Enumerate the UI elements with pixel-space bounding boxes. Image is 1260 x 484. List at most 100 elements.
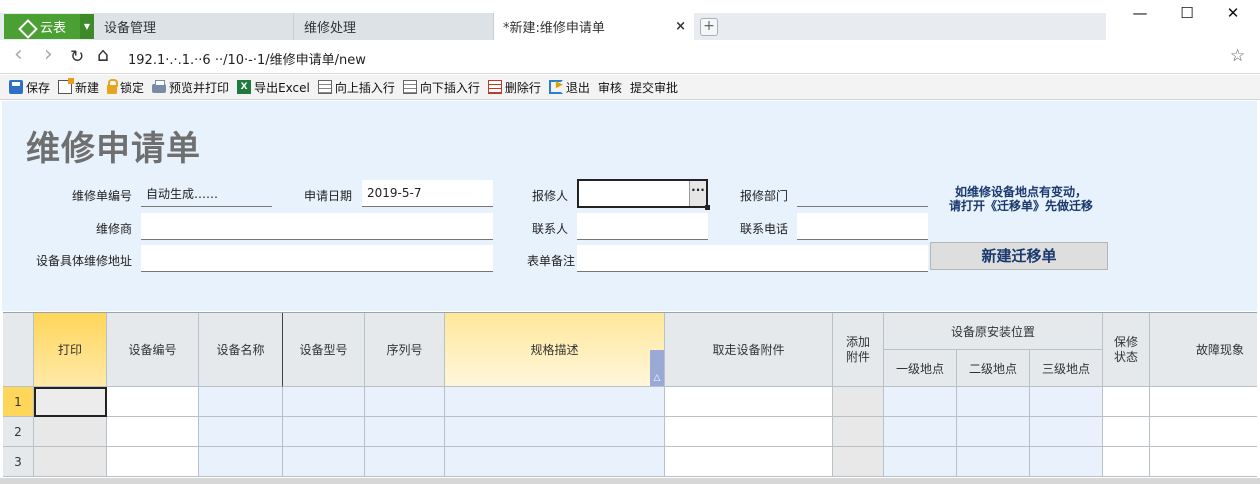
grid-cell[interactable]: [199, 447, 283, 477]
contact-field[interactable]: [577, 213, 708, 240]
grid-corner[interactable]: [3, 313, 34, 387]
row-header-2[interactable]: 2: [3, 417, 34, 447]
new-button[interactable]: 新建: [58, 78, 99, 96]
grid-cell[interactable]: [445, 387, 665, 417]
grid-cell[interactable]: [365, 417, 445, 447]
grid-cell[interactable]: [283, 447, 365, 477]
grid-cell[interactable]: [107, 447, 199, 477]
new-migration-button[interactable]: 新建迁移单: [930, 242, 1108, 270]
lock-button[interactable]: 锁定: [107, 79, 144, 96]
form-toolbar: 保存 新建 锁定 预览并打印 X 导出Excel 向上插入行 向下插入行 删除行 …: [0, 75, 1260, 100]
preview-print-button[interactable]: 预览并打印: [152, 79, 229, 96]
address-label: 设备具体维修地址: [35, 254, 132, 268]
tab-repair-processing[interactable]: 维修处理: [294, 13, 494, 40]
remark-label: 表单备注: [526, 254, 575, 268]
save-button[interactable]: 保存: [9, 79, 50, 96]
col-header-fault[interactable]: 故障现象: [1150, 313, 1257, 387]
grid-cell[interactable]: [445, 447, 665, 477]
col-header-device-no[interactable]: 设备编号: [107, 313, 199, 387]
reload-icon[interactable]: ↻: [70, 47, 84, 67]
grid-cell[interactable]: [1150, 417, 1257, 447]
submit-approval-button[interactable]: 提交审批: [630, 79, 678, 96]
report-dept-field[interactable]: [797, 180, 928, 207]
url-input[interactable]: 192.1·.·.1.··6 ··/10·-·1/维修申请单/new: [128, 49, 366, 68]
grid-cell[interactable]: [283, 417, 365, 447]
grid-cell[interactable]: [1103, 417, 1150, 447]
delete-row-button[interactable]: 删除行: [487, 79, 541, 96]
col-header-location-3[interactable]: 三级地点: [1030, 350, 1103, 387]
col-header-serial-no[interactable]: 序列号: [365, 313, 445, 387]
col-header-add-attachment[interactable]: 添加附件: [833, 313, 884, 387]
grid-cell[interactable]: [365, 447, 445, 477]
grid-cell[interactable]: [884, 417, 957, 447]
grid-cell[interactable]: [1150, 387, 1257, 417]
col-header-spec[interactable]: 规格描述 △: [445, 313, 665, 387]
col-header-warranty[interactable]: 保修状态: [1103, 313, 1150, 387]
apply-date-field[interactable]: 2019-5-7: [362, 180, 493, 207]
grid-cell[interactable]: [1030, 387, 1103, 417]
col-header-accessories[interactable]: 取走设备附件: [665, 313, 833, 387]
col-header-print[interactable]: 打印: [34, 313, 107, 387]
close-tab-icon[interactable]: ×: [675, 19, 686, 34]
reporter-field[interactable]: ···: [577, 179, 710, 210]
row-header-3[interactable]: 3: [3, 447, 34, 477]
minimize-button[interactable]: —: [1117, 4, 1163, 24]
address-field[interactable]: [141, 245, 493, 272]
tab-new-repair-request[interactable]: *新建:维修申请单 ×: [494, 13, 694, 40]
grid-cell[interactable]: [665, 387, 833, 417]
grid-cell[interactable]: [1103, 447, 1150, 477]
vendor-field[interactable]: [141, 213, 493, 240]
export-excel-button[interactable]: X 导出Excel: [237, 79, 310, 96]
maximize-button[interactable]: ☐: [1164, 4, 1210, 24]
grid-cell[interactable]: [1030, 417, 1103, 447]
reporter-picker-button[interactable]: ···: [689, 181, 706, 206]
grid-cell[interactable]: [884, 447, 957, 477]
sort-indicator-icon[interactable]: △: [650, 350, 664, 386]
grid-cell[interactable]: [957, 417, 1030, 447]
grid-cell[interactable]: [34, 387, 107, 417]
grid-cell[interactable]: [957, 447, 1030, 477]
grid-cell[interactable]: [833, 447, 884, 477]
grid-cell[interactable]: [665, 447, 833, 477]
forward-icon[interactable]: ›: [44, 42, 53, 67]
grid-cell[interactable]: [1030, 447, 1103, 477]
grid-cell[interactable]: [665, 417, 833, 447]
grid-cell[interactable]: [107, 417, 199, 447]
grid-cell[interactable]: [957, 387, 1030, 417]
row-header-1[interactable]: 1: [3, 387, 34, 417]
new-tab-button[interactable]: +: [700, 18, 718, 36]
exit-button[interactable]: 退出: [548, 79, 590, 96]
grid-cell[interactable]: [199, 387, 283, 417]
grid-cell[interactable]: [34, 417, 107, 447]
review-button[interactable]: 审核: [598, 79, 622, 96]
grid-cell[interactable]: [833, 417, 884, 447]
grid-cell[interactable]: [1150, 447, 1257, 477]
col-header-location-1[interactable]: 一级地点: [884, 350, 957, 387]
grid-cell[interactable]: [833, 387, 884, 417]
col-header-device-model[interactable]: 设备型号: [283, 313, 365, 387]
grid-cell[interactable]: [199, 417, 283, 447]
app-menu-button[interactable]: 云表 ▼: [4, 14, 94, 39]
remark-field[interactable]: [577, 245, 928, 272]
grid-cell[interactable]: [34, 447, 107, 477]
star-icon[interactable]: ☆: [1230, 46, 1245, 66]
tab-device-management[interactable]: 设备管理: [94, 13, 294, 40]
grid-cell[interactable]: [365, 387, 445, 417]
window-bottom-edge: [0, 478, 1260, 484]
grid-cell[interactable]: [445, 417, 665, 447]
col-header-location-group[interactable]: 设备原安装位置: [884, 313, 1103, 350]
grid-cell[interactable]: [107, 387, 199, 417]
grid-cell[interactable]: [283, 387, 365, 417]
back-icon[interactable]: ‹: [14, 42, 23, 67]
insert-above-button[interactable]: 向上插入行: [317, 79, 395, 96]
grid-cell[interactable]: [1103, 387, 1150, 417]
chevron-down-icon[interactable]: ▼: [80, 14, 94, 39]
col-header-device-name[interactable]: 设备名称: [199, 313, 283, 387]
grid-cell[interactable]: [884, 387, 957, 417]
insert-below-button[interactable]: 向下插入行: [402, 79, 480, 96]
close-window-button[interactable]: ✕: [1210, 4, 1256, 24]
vendor-label: 维修商: [95, 222, 132, 236]
home-icon[interactable]: ⌂: [97, 44, 109, 66]
col-header-location-2[interactable]: 二级地点: [957, 350, 1030, 387]
phone-field[interactable]: [797, 213, 928, 240]
